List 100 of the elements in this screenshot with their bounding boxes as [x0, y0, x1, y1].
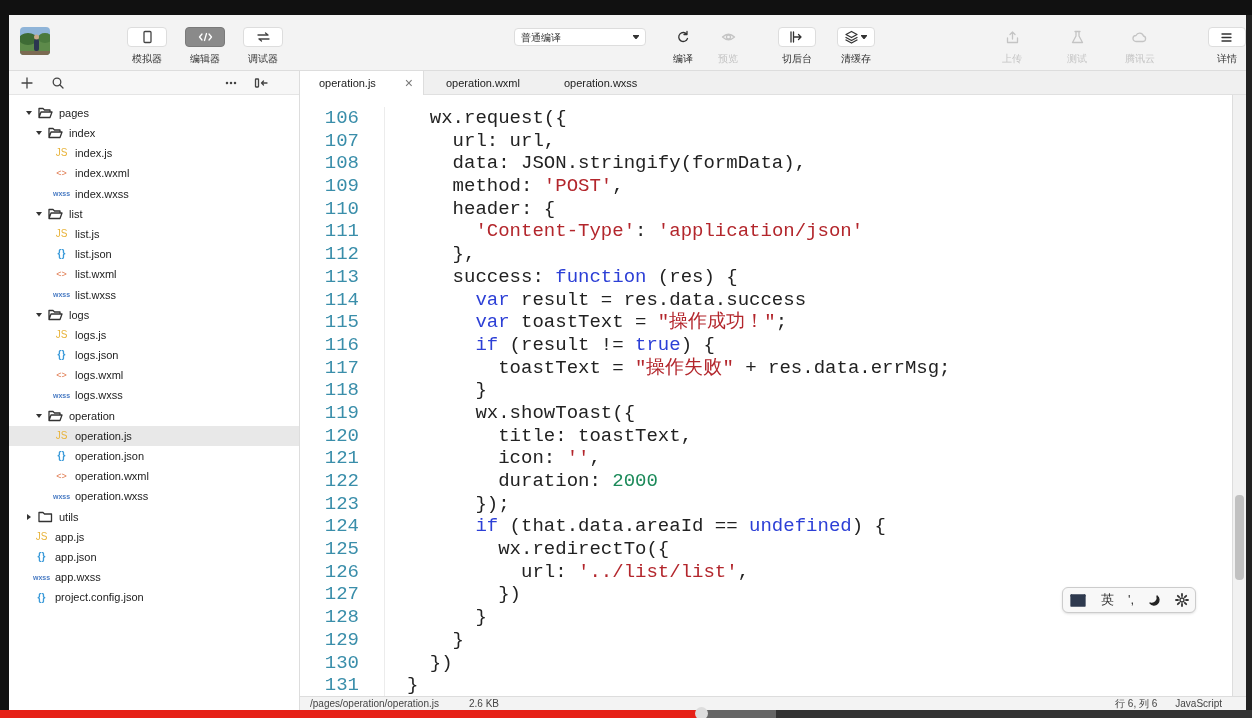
line-number: 107 — [323, 129, 359, 153]
folder-item[interactable]: list — [9, 203, 299, 225]
toolbar-button-label: 切后台 — [781, 52, 812, 66]
folder-item[interactable]: pages — [9, 103, 299, 124]
code-line: if (that.data.areaId == undefined) { — [474, 515, 886, 539]
settings-icon — [1175, 593, 1190, 607]
file-type-icon: {} — [33, 552, 50, 563]
file-item[interactable]: JS operation.js — [9, 426, 299, 447]
ime-mode-toggle[interactable]: 英 — [1101, 590, 1114, 610]
file-item[interactable]: {} operation.json — [9, 446, 299, 467]
code-line: data: JSON.stringify(formData), — [451, 152, 807, 176]
file-item[interactable]: <> logs.wxml — [9, 365, 299, 386]
file-type-icon: JS — [53, 229, 70, 240]
line-number: 106 — [323, 107, 359, 130]
editor-tab[interactable]: operation.js × — [300, 71, 424, 95]
code-line: } — [451, 628, 464, 652]
plus-icon — [21, 76, 33, 89]
compile-mode-dropdown[interactable]: 普通编译 — [514, 28, 647, 46]
folder-item[interactable]: utils — [9, 506, 299, 527]
code-line: wx.showToast({ — [474, 401, 636, 425]
view-button[interactable] — [185, 27, 225, 47]
line-number: 122 — [323, 470, 359, 493]
file-item[interactable]: JS logs.js — [9, 325, 299, 346]
view-button-label: 调试器 — [248, 52, 278, 66]
line-number: 131 — [323, 674, 359, 696]
folder-item[interactable]: operation — [9, 405, 299, 426]
file-item[interactable]: {} logs.json — [9, 345, 299, 366]
file-item[interactable]: <> list.wxml — [9, 264, 299, 285]
folder-item[interactable]: logs — [9, 304, 299, 326]
close-tab-button[interactable]: × — [404, 72, 413, 94]
code-line: } — [474, 379, 487, 402]
code-line: header: { — [451, 197, 556, 221]
code-line: } — [407, 674, 419, 696]
collapse-panel-button[interactable] — [254, 76, 268, 89]
view-button-label: 编辑器 — [190, 52, 220, 66]
code-line: toastText = "操作失败" + res.data.errMsg; — [497, 356, 951, 380]
code-line: } — [474, 606, 487, 629]
file-item[interactable]: JS app.js — [9, 526, 299, 548]
file-type-icon: JS — [53, 330, 70, 341]
file-item[interactable]: <> index.wxml — [9, 163, 299, 184]
toolbar-button-label: 详情 — [1216, 52, 1237, 66]
file-type-icon: JS — [33, 532, 50, 543]
line-number: 115 — [323, 311, 359, 334]
file-item[interactable]: {} list.json — [9, 244, 299, 265]
code-line: var toastText = "操作成功！"; — [474, 311, 788, 334]
file-item[interactable]: {} app.json — [9, 547, 299, 568]
folder-item[interactable]: index — [9, 123, 299, 144]
folder-icon — [38, 107, 53, 120]
line-number: 114 — [323, 288, 359, 312]
progress-thumb[interactable] — [695, 707, 709, 718]
file-type-icon: {} — [33, 592, 50, 603]
line-number: 129 — [323, 628, 359, 652]
upload-icon — [1004, 30, 1020, 44]
file-type-icon: <> — [53, 471, 70, 481]
file-type-icon: {} — [53, 249, 70, 260]
video-progress-bar[interactable] — [0, 710, 1252, 718]
code-line: title: toastText, — [497, 424, 693, 448]
scrollbar[interactable] — [1232, 95, 1246, 696]
folder-icon — [48, 409, 63, 422]
line-number: 130 — [323, 651, 359, 675]
ime-mode-toggle[interactable]: ', — [1128, 590, 1135, 610]
line-number: 111 — [323, 220, 359, 244]
line-number: 123 — [323, 492, 359, 516]
editor-tab[interactable]: operation.wxss — [542, 71, 660, 95]
line-number: 126 — [323, 560, 359, 584]
line-number: 121 — [323, 447, 359, 470]
flask-icon — [1069, 30, 1085, 44]
line-number: 109 — [323, 175, 359, 198]
add-button[interactable] — [21, 76, 33, 89]
moon-icon — [1148, 593, 1162, 607]
file-item[interactable]: JS index.js — [9, 143, 299, 164]
toolbar-button[interactable] — [777, 27, 816, 47]
file-type-icon: <> — [53, 270, 70, 280]
line-number: 119 — [323, 401, 359, 425]
code-line: var result = res.data.success — [474, 288, 807, 311]
cloud-icon — [1132, 30, 1148, 44]
file-size: 2.6 KB — [469, 697, 499, 711]
line-number: 113 — [323, 265, 359, 289]
cursor-position: 行 6, 列 6 — [1115, 697, 1158, 711]
folder-icon — [48, 208, 63, 221]
file-item[interactable]: <> operation.wxml — [9, 466, 299, 487]
code-line: }) — [428, 651, 453, 675]
search-button[interactable] — [52, 76, 64, 89]
toolbar-button[interactable] — [836, 27, 875, 47]
code-line: success: function (res) { — [451, 265, 738, 289]
file-item[interactable]: {} project.config.json — [9, 587, 299, 608]
code-line: wx.redirectTo({ — [497, 538, 670, 561]
file-type-icon: JS — [53, 431, 70, 442]
code-line: url: '../list/list', — [520, 560, 750, 584]
line-number: 108 — [323, 152, 359, 176]
editor-tab[interactable]: operation.wxml — [424, 71, 542, 95]
refresh-icon — [675, 30, 691, 44]
line-number: 117 — [323, 356, 359, 380]
line-number: 112 — [323, 243, 359, 266]
file-item[interactable]: JS list.js — [9, 224, 299, 245]
toolbar-button[interactable] — [1207, 27, 1246, 47]
code-line: 'Content-Type': 'application/json' — [474, 220, 864, 244]
code-line: url: url, — [451, 129, 556, 153]
code-line: wx.request({ — [428, 107, 567, 130]
view-button-label: 模拟器 — [132, 52, 162, 66]
